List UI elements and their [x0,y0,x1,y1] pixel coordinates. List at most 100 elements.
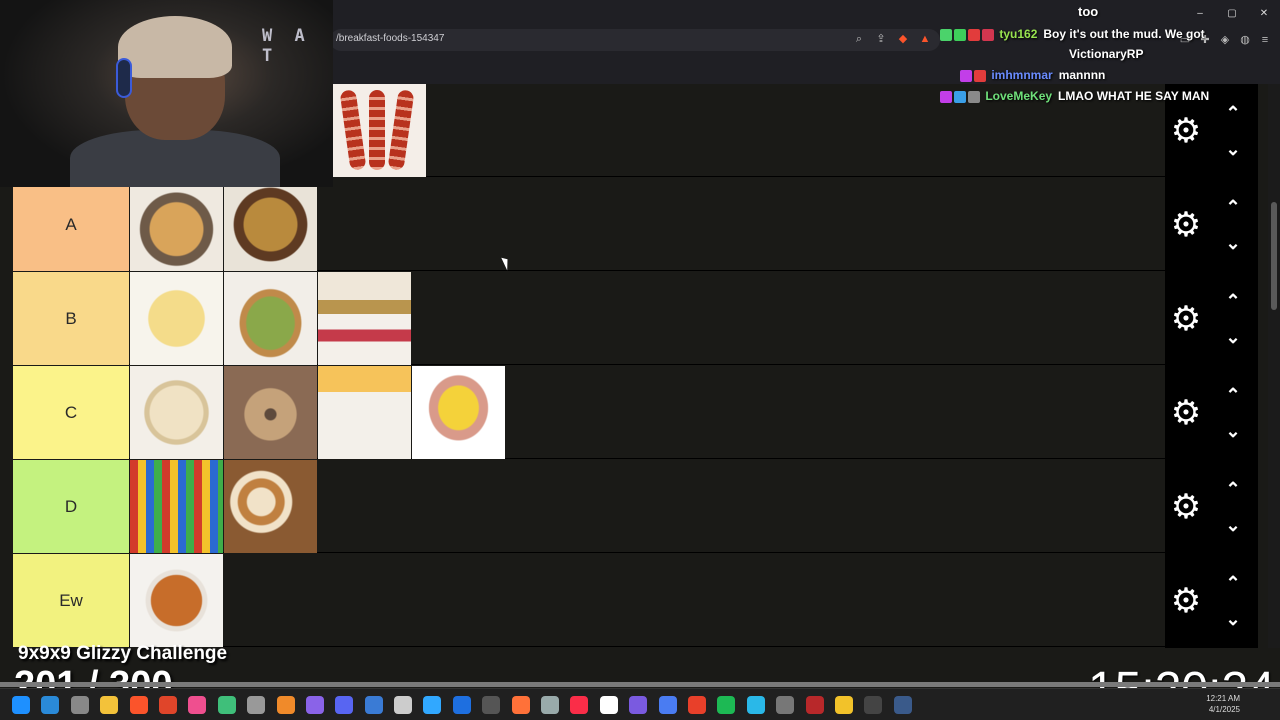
headset-icon [116,58,132,98]
move-up-chevron-icon[interactable]: ⌃ [1223,386,1243,404]
tier-label[interactable]: A [13,178,129,271]
food-image-bacon[interactable] [333,84,426,177]
share-icon[interactable]: ⇪ [874,32,888,46]
food-image-omelette[interactable] [130,272,223,365]
tier-row: C [13,366,1165,459]
tier-label[interactable]: D [13,460,129,553]
tier-control-group: ⚙ ⌃ ⌄ [1165,178,1258,272]
steam-icon[interactable] [893,696,912,714]
settings-gear-icon[interactable]: ⚙ [1169,490,1203,524]
badge-icon [960,69,972,82]
settings-gear-icon[interactable]: ⚙ [1169,302,1203,336]
chat-message: tyu162 Boy it's out the mud. We got [940,27,1205,41]
chat-message: imhmnmar mannnn [960,68,1105,82]
badge-icon [968,28,980,41]
tier-label[interactable]: Ew [13,554,129,647]
vpn-icon[interactable]: ◍ [1238,33,1252,47]
settings-gear-icon[interactable]: ⚙ [1169,208,1203,242]
settings-gear-icon[interactable]: ⚙ [1169,396,1203,430]
move-down-chevron-icon[interactable]: ⌄ [1223,140,1243,158]
move-down-chevron-icon[interactable]: ⌄ [1223,234,1243,252]
tier-items [130,366,506,459]
food-image-cinnamon-rolls[interactable] [224,460,317,553]
scrollbar[interactable] [1268,84,1280,648]
app-cyan-icon[interactable] [746,696,765,714]
chat-username: imhmnmar [991,68,1053,82]
app-yellow-icon[interactable] [834,696,853,714]
move-up-chevron-icon[interactable]: ⌃ [1223,574,1243,592]
move-down-chevron-icon[interactable]: ⌄ [1223,516,1243,534]
settings-gear-icon[interactable]: ⚙ [1169,584,1203,618]
challenge-title: 9x9x9 Glizzy Challenge [18,643,228,664]
move-down-chevron-icon[interactable]: ⌄ [1223,328,1243,346]
badge-icon [940,90,952,103]
app-red-icon[interactable] [687,696,706,714]
move-up-chevron-icon[interactable]: ⌃ [1223,480,1243,498]
wallet-icon[interactable]: ◈ [1218,33,1232,47]
app-green-icon[interactable] [217,696,236,714]
discord-icon[interactable] [335,696,354,714]
chat-window-title: too [1078,4,1099,19]
app-wave-icon[interactable] [541,696,560,714]
food-image-home-fries[interactable] [224,178,317,271]
food-image-bagel[interactable] [224,366,317,459]
vs-code-icon[interactable] [364,696,383,714]
brave-icon[interactable] [129,696,148,714]
chrome-icon[interactable] [158,696,177,714]
obs-icon[interactable] [864,696,883,714]
food-image-hash-browns[interactable] [130,178,223,271]
file-explorer-icon[interactable] [100,696,119,714]
app-purple-icon[interactable] [305,696,324,714]
edge-icon[interactable] [41,696,60,714]
app-blue2-icon[interactable] [658,696,677,714]
webcam-overlay-text: W A T [262,26,311,66]
screen: /breakfast-foods-154347 ⌕ ⇪ ◆ ▲ ▭ ✚ ◈ ◍ … [0,0,1280,720]
app-gray2-icon[interactable] [776,696,795,714]
settings-gear-icon[interactable]: ⚙ [1169,114,1203,148]
firefox-icon[interactable] [511,696,530,714]
tier-control-group: ⚙ ⌃ ⌄ [1165,272,1258,366]
move-up-chevron-icon[interactable]: ⌃ [1223,292,1243,310]
system-clock[interactable]: 12:21 AM 4/1/2025 [1206,693,1240,715]
food-image-baked-beans[interactable] [130,554,223,647]
spotify-icon[interactable] [717,696,736,714]
move-up-chevron-icon[interactable]: ⌃ [1223,198,1243,216]
move-down-chevron-icon[interactable]: ⌄ [1223,422,1243,440]
app-purple2-icon[interactable] [629,696,648,714]
itunes-icon[interactable] [570,696,589,714]
rewards-icon[interactable]: ▲ [918,32,932,46]
tier-label[interactable]: B [13,272,129,365]
menu-icon[interactable]: ≡ [1258,33,1272,47]
windows-start-icon[interactable] [12,696,30,714]
food-image-ham[interactable] [318,366,411,459]
food-image-english-muffin[interactable] [130,366,223,459]
close-button[interactable]: ✕ [1248,6,1280,22]
food-image-avocado-toast[interactable] [224,272,317,365]
food-image-cereal[interactable] [130,460,223,553]
tray-time-text: 12:21 AM [1206,694,1240,703]
tier-label[interactable]: C [13,366,129,459]
tier-items [130,460,318,553]
app-dark-icon[interactable] [482,696,501,714]
maximize-button[interactable]: ▢ [1216,6,1248,22]
zoom-icon[interactable]: ⌕ [852,32,866,46]
settings-icon[interactable] [70,696,89,714]
move-up-chevron-icon[interactable]: ⌃ [1223,104,1243,122]
app-gray-icon[interactable] [247,696,266,714]
app-darkred-icon[interactable] [805,696,824,714]
app-terminal-icon[interactable] [394,696,413,714]
app-blue-icon[interactable] [452,696,471,714]
tier-row: B [13,272,1165,365]
app-orange-icon[interactable] [276,696,295,714]
app-pink-icon[interactable] [188,696,207,714]
url-icons: ⌕ ⇪ ◆ ▲ [852,32,932,46]
app-white-icon[interactable] [599,696,618,714]
photoshop-icon[interactable] [423,696,442,714]
food-image-yogurt-parfait[interactable] [318,272,411,365]
minimize-button[interactable]: – [1184,6,1216,22]
brave-shield-icon[interactable]: ◆ [896,32,910,46]
address-bar[interactable]: /breakfast-foods-154347 ⌕ ⇪ ◆ ▲ [330,29,940,51]
scrollbar-thumb[interactable] [1271,202,1277,310]
move-down-chevron-icon[interactable]: ⌄ [1223,610,1243,628]
food-image-eggs-benedict[interactable] [412,366,505,459]
